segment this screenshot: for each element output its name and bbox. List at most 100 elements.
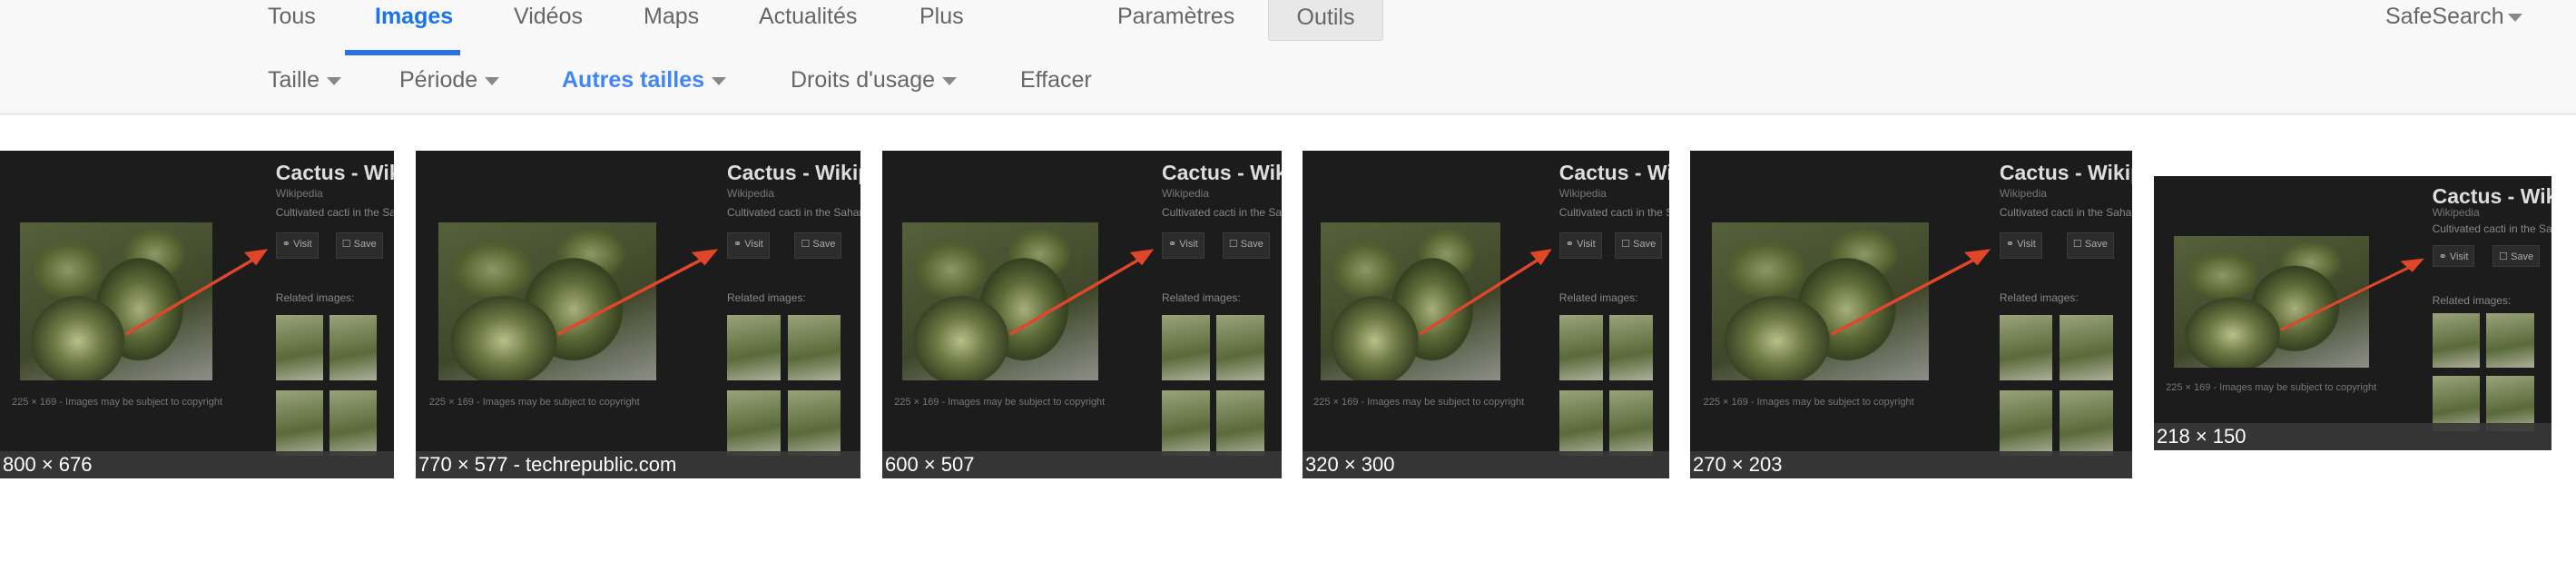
save-label: Save	[1633, 239, 1657, 251]
image-size-caption: 600 × 507	[882, 451, 1282, 478]
search-header: Tous Images Vidéos Maps Actualités Plus …	[0, 0, 2576, 115]
detail-panel: Cactus - Wikipedia Wikipedia Cultivated …	[2432, 176, 2551, 450]
thumb-source: Wikipedia	[1162, 186, 1210, 200]
related-thumb	[1558, 389, 1604, 456]
related-thumb	[329, 314, 377, 380]
save-label: Save	[2511, 251, 2534, 262]
filter-size[interactable]: Taille	[268, 67, 341, 94]
filter-usage-rights-label: Droits d'usage	[791, 67, 936, 93]
thumb-save-button: ☐ Save	[1222, 232, 1270, 260]
safesearch-label: SafeSearch	[2385, 4, 2504, 29]
image-result[interactable]: Cactus - Wikipedia Wikipedia Cultivated …	[416, 151, 860, 478]
image-size-caption: 770 × 577 - techrepublic.com	[416, 451, 860, 478]
visit-label: Visit	[744, 239, 763, 251]
thumb-description: Cultivated cacti in the Sahara	[275, 206, 394, 220]
visit-label: Visit	[1577, 239, 1596, 251]
thumb-source: Wikipedia	[275, 186, 323, 200]
filter-other-sizes-label: Autres tailles	[562, 67, 705, 93]
visit-label: Visit	[293, 239, 312, 251]
thumb-title: Cactus - Wikipedia	[727, 160, 860, 184]
filter-size-label: Taille	[268, 67, 320, 93]
thumb-visit-button: ⚭ Visit	[1999, 232, 2042, 260]
tab-images[interactable]: Images	[375, 4, 453, 30]
tab-maps[interactable]: Maps	[644, 4, 699, 30]
chevron-down-icon	[2507, 13, 2522, 22]
related-thumb	[1999, 389, 2053, 456]
image-size-caption: 270 × 203	[1690, 451, 2132, 478]
thumb-title: Cactus - Wikipedia	[1558, 160, 1669, 184]
related-thumb	[1162, 389, 1210, 456]
thumb-related-label: Related images:	[275, 291, 355, 305]
image-result[interactable]: Cactus - Wikipedia Wikipedia Cultivated …	[1303, 151, 1669, 478]
related-thumb	[1215, 314, 1264, 380]
tab-actualites[interactable]: Actualités	[759, 4, 857, 30]
save-label: Save	[2084, 239, 2108, 251]
thumb-related-label: Related images:	[2432, 293, 2512, 307]
clear-filters-link[interactable]: Effacer	[1020, 67, 1092, 94]
related-thumb	[275, 389, 323, 456]
visit-label: Visit	[1179, 239, 1198, 251]
thumb-copyright: 225 × 169 - Images may be subject to cop…	[12, 396, 223, 408]
related-thumb	[727, 314, 781, 380]
thumb-related-label: Related images:	[1162, 291, 1241, 305]
related-thumb	[275, 314, 323, 380]
chevron-down-icon	[712, 76, 727, 85]
image-result[interactable]: Cactus - Wikipedia Wikipedia Cultivated …	[882, 151, 1282, 478]
thumb-visit-button: ⚭ Visit	[1558, 232, 1602, 260]
chevron-down-icon	[326, 76, 341, 85]
tools-button[interactable]: Outils	[1268, 0, 1383, 41]
filter-period-label: Période	[399, 67, 478, 93]
visit-label: Visit	[2017, 239, 2036, 251]
active-tab-indicator	[345, 50, 460, 55]
related-thumb	[2486, 313, 2534, 369]
thumb-copyright: 225 × 169 - Images may be subject to cop…	[1703, 396, 1914, 408]
image-result[interactable]: Cactus - Wikipedia Wikipedia Cultivated …	[1690, 151, 2132, 478]
image-result[interactable]: Cactus - Wikipedia Wikipedia Cultivated …	[0, 151, 394, 478]
related-thumb	[787, 314, 841, 380]
tab-tous[interactable]: Tous	[268, 4, 316, 30]
tab-plus[interactable]: Plus	[919, 4, 964, 30]
thumb-copyright: 225 × 169 - Images may be subject to cop…	[428, 396, 640, 408]
thumb-related-label: Related images:	[1999, 291, 2079, 305]
safesearch-dropdown[interactable]: SafeSearch	[2385, 4, 2522, 30]
save-label: Save	[812, 239, 836, 251]
filter-period[interactable]: Période	[399, 67, 500, 94]
filter-other-sizes[interactable]: Autres tailles	[562, 67, 727, 94]
thumb-title: Cactus - Wikipedia	[1162, 160, 1282, 184]
detail-panel: Cactus - Wikipedia Wikipedia Cultivated …	[1162, 151, 1282, 478]
related-thumb	[1999, 314, 2053, 380]
image-result[interactable]: Cactus - Wikipedia Wikipedia Cultivated …	[2154, 176, 2551, 450]
tab-videos[interactable]: Vidéos	[514, 4, 583, 30]
settings-link[interactable]: Paramètres	[1117, 4, 1234, 30]
image-size-caption: 800 × 676	[0, 451, 394, 478]
thumb-source: Wikipedia	[2432, 206, 2480, 220]
thumb-visit-button: ⚭ Visit	[727, 232, 770, 260]
thumb-description: Cultivated cacti in the Sahara	[1558, 206, 1669, 220]
thumb-related-label: Related images:	[1558, 291, 1638, 305]
detail-panel: Cactus - Wikipedia Wikipedia Cultivated …	[727, 151, 860, 478]
detail-panel: Cactus - Wikipedia Wikipedia Cultivated …	[1999, 151, 2132, 478]
thumb-title: Cactus - Wikipedia	[275, 160, 394, 184]
filter-usage-rights[interactable]: Droits d'usage	[791, 67, 958, 94]
chevron-down-icon	[485, 76, 500, 85]
thumb-save-button: ☐ Save	[1615, 232, 1663, 260]
thumb-related-label: Related images:	[727, 291, 806, 305]
related-thumb	[1608, 389, 1654, 456]
related-thumb	[727, 389, 781, 456]
thumb-copyright: 225 × 169 - Images may be subject to cop…	[2166, 381, 2377, 393]
save-label: Save	[353, 239, 377, 251]
thumb-source: Wikipedia	[727, 186, 775, 200]
thumb-source: Wikipedia	[1999, 186, 2047, 200]
thumb-save-button: ☐ Save	[2492, 244, 2541, 267]
thumb-visit-button: ⚭ Visit	[2432, 244, 2475, 267]
related-thumb	[2060, 389, 2113, 456]
detail-panel: Cactus - Wikipedia Wikipedia Cultivated …	[1558, 151, 1669, 478]
thumb-save-button: ☐ Save	[794, 232, 842, 260]
image-size-caption: 218 × 150	[2154, 423, 2551, 450]
thumb-copyright: 225 × 169 - Images may be subject to cop…	[1313, 396, 1525, 408]
thumb-description: Cultivated cacti in the Sahara	[727, 206, 860, 220]
chevron-down-icon	[942, 76, 958, 85]
related-thumb	[787, 389, 841, 456]
save-label: Save	[1240, 239, 1263, 251]
related-thumb	[2060, 314, 2113, 380]
